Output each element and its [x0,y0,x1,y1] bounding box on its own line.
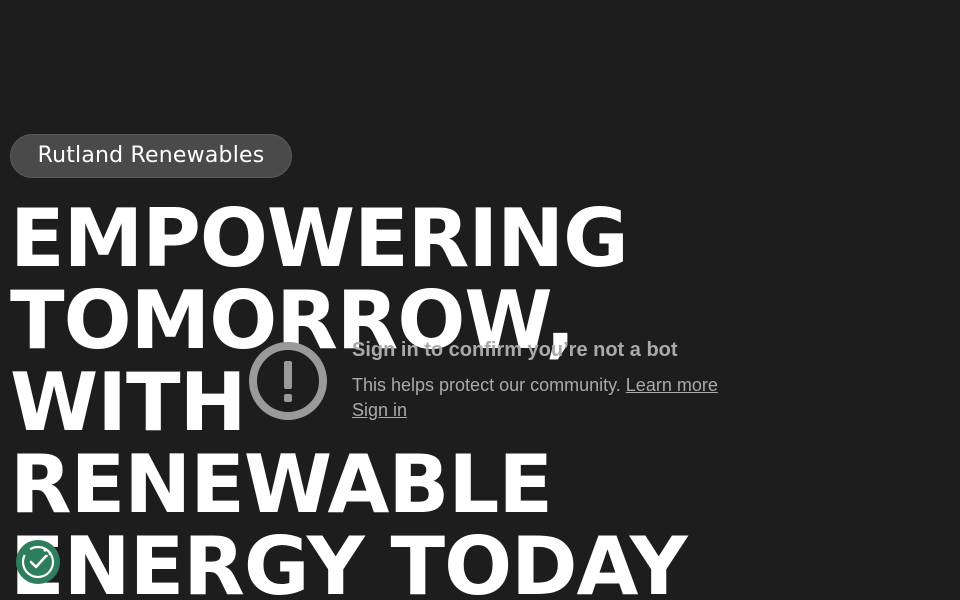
exclamation-circle-icon [248,341,328,421]
hero-line: EMPOWERING [10,192,629,285]
bot-check-title: Sign in to confirm you’re not a bot [352,339,678,361]
hero-line: RENEWABLE [10,438,553,531]
bot-check-overlay: Sign in to confirm you’re not a bot This… [248,334,748,434]
learn-more-link[interactable]: Learn more [626,375,718,395]
sign-in-link[interactable]: Sign in [352,399,407,421]
bot-check-description: This helps protect our community. Learn … [352,374,718,396]
cookie-consent-button[interactable] [16,540,60,584]
brand-badge: Rutland Renewables [10,134,292,178]
cookie-consent-check-icon [16,540,60,584]
hero-line: ENERGY TODAY [10,520,688,600]
bot-check-description-text: This helps protect our community. [352,375,621,395]
